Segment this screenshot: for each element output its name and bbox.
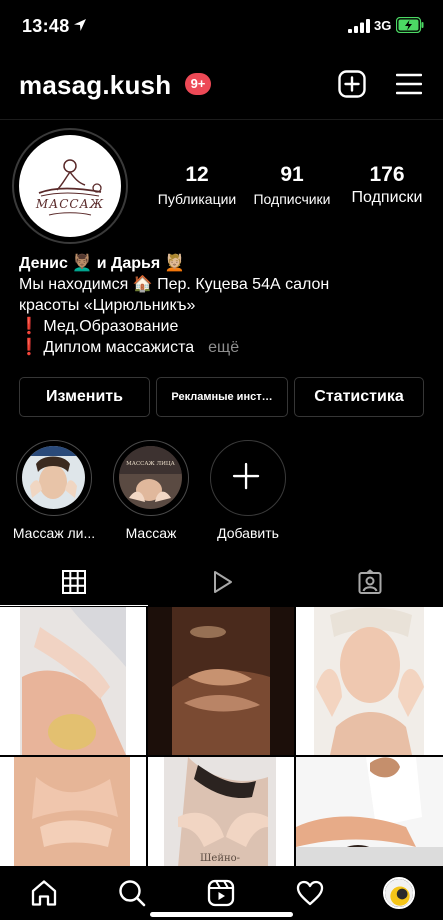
post-thumbnail[interactable] (296, 757, 443, 867)
location-arrow-icon (74, 19, 86, 31)
highlight-label: Массаж ли... (12, 525, 96, 541)
massage-logo-icon (38, 159, 102, 216)
avatar-logo-text: МАССАЖ (35, 197, 105, 211)
posts-count-value: 12 (185, 163, 209, 186)
profile-tabs (0, 560, 443, 606)
posts-count[interactable]: 12 Публикации (152, 163, 242, 207)
plus-icon (232, 462, 260, 490)
tab-reels[interactable] (148, 560, 296, 606)
back-massage-photo (0, 757, 146, 867)
post-thumbnail[interactable] (296, 607, 443, 755)
following-count-value: 176 (369, 163, 405, 186)
status-bar: 13:48 3G (0, 0, 443, 52)
posts-count-label: Публикации (157, 191, 237, 207)
face-massage-photo (296, 607, 443, 755)
header-divider (0, 119, 443, 120)
search-icon (119, 880, 146, 907)
neck-massage-photo (148, 757, 294, 867)
profile-display-name: Денис 💆🏽‍♂️ и Дарья 💆🏼 (19, 255, 185, 272)
tab-grid[interactable] (0, 560, 148, 606)
following-count[interactable]: 176 Подписки (344, 163, 430, 207)
following-count-label: Подписки (351, 189, 423, 206)
profile-header: masag.kush 9+ (0, 60, 443, 110)
highlight-ring (16, 440, 92, 516)
nav-search[interactable] (117, 878, 147, 908)
post-thumbnail[interactable] (0, 607, 146, 755)
story-highlight[interactable]: МАССАЖ ЛИЦА Массаж (106, 440, 196, 541)
post-thumbnail[interactable]: Шейно- (148, 757, 294, 867)
status-time: 13:48 (22, 16, 70, 36)
nav-home[interactable] (29, 878, 59, 908)
profile-avatar[interactable]: МАССАЖ (19, 135, 121, 237)
highlight-ring: МАССАЖ ЛИЦА (113, 440, 189, 516)
profile-avatar (385, 879, 413, 907)
nav-profile[interactable] (383, 877, 415, 909)
hamburger-icon[interactable] (396, 72, 422, 96)
face-massage-cover-icon (119, 446, 182, 509)
post-thumbnail[interactable] (0, 757, 146, 867)
plus-square-icon[interactable] (338, 70, 366, 98)
bio-line-last: ❗ Диплом массажиста ещё (19, 337, 434, 358)
ad-tools-button[interactable]: Рекламные инст… (156, 377, 288, 417)
notification-badge[interactable]: 9+ (185, 73, 211, 95)
nav-reels[interactable] (206, 878, 236, 908)
highlight-cover (22, 446, 85, 509)
bio-line: ❗ Диплом массажиста (19, 339, 195, 356)
massage-hands-photo (148, 607, 294, 755)
post-thumbnail[interactable] (148, 607, 294, 755)
followers-count[interactable]: 91 Подписчики (246, 163, 338, 207)
new-highlight-button[interactable]: Добавить (203, 440, 293, 541)
highlight-label: Добавить (217, 525, 279, 541)
post-overlay-text: Шейно- (200, 853, 241, 864)
heart-icon (296, 880, 324, 906)
network-type: 3G (374, 18, 392, 33)
bio-line: Мы находимся 🏠 Пер. Куцева 54А салон (19, 276, 330, 293)
followers-count-label: Подписчики (253, 191, 331, 207)
play-icon (214, 571, 232, 593)
grid-icon (62, 570, 86, 594)
reels-icon (207, 879, 235, 907)
bio-more-link[interactable]: ещё (208, 339, 239, 356)
tagged-person-icon (358, 569, 382, 594)
tab-tagged[interactable] (296, 560, 443, 606)
profile-bio: Денис 💆🏽‍♂️ и Дарья 💆🏼 Мы находимся 🏠 Пе… (19, 253, 434, 358)
full-body-massage-photo (296, 757, 443, 867)
cellular-signal-icon (348, 19, 370, 33)
username-title[interactable]: masag.kush (19, 70, 171, 101)
home-icon (31, 880, 57, 906)
story-highlight[interactable]: Массаж ли... (9, 440, 99, 541)
battery-charging-icon (396, 17, 424, 33)
edit-profile-button[interactable]: Изменить (19, 377, 150, 417)
highlight-cover: МАССАЖ ЛИЦА (119, 446, 182, 509)
nav-activity[interactable] (295, 878, 325, 908)
massage-back-photo (0, 607, 146, 755)
insights-button[interactable]: Статистика (294, 377, 424, 417)
bio-line: красоты «Цирюльникъ» (19, 297, 196, 314)
highlight-ring (210, 440, 286, 516)
highlight-label: Массаж (125, 525, 177, 541)
bio-line: ❗ Мед.Образование (19, 318, 179, 335)
home-indicator (150, 912, 293, 917)
highlight-cover-text: МАССАЖ ЛИЦА (126, 461, 175, 467)
followers-count-value: 91 (280, 163, 304, 186)
face-massage-thumb-icon (22, 446, 85, 509)
